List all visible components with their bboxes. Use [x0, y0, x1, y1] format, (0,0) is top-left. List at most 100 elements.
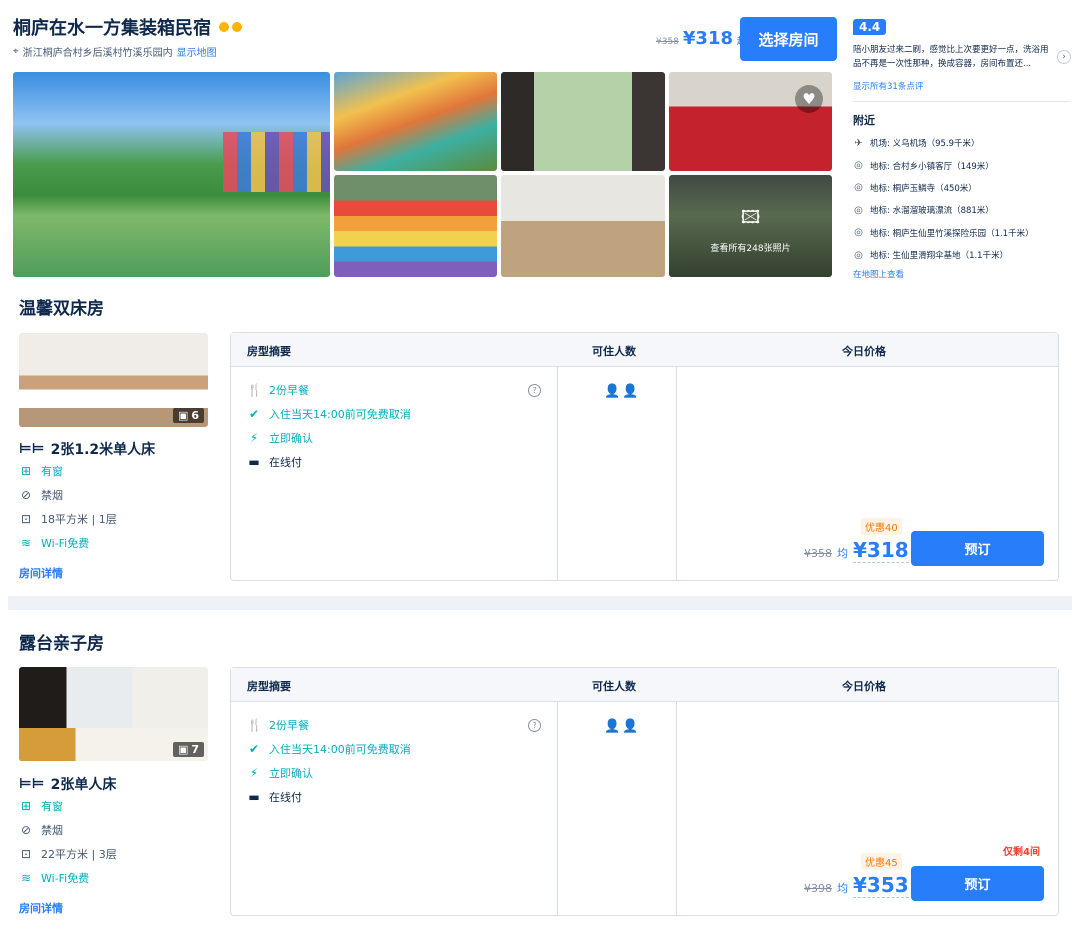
room-feature: ⊞ 有窗 — [20, 799, 63, 813]
image-icon: ▣ — [177, 743, 189, 756]
perk-item: ▬ 在线付 — [248, 790, 302, 804]
divider — [676, 367, 677, 580]
divider — [676, 702, 677, 915]
show-all-reviews-link[interactable]: 显示所有31条点评 — [853, 80, 923, 92]
current-price: ¥318 — [853, 538, 909, 563]
window-icon: ⊞ — [20, 799, 32, 813]
address-text: 浙江桐庐合村乡后溪村竹溪乐园内 — [22, 48, 173, 59]
nearby-item: ✈ 机场: 义乌机场（95.9千米） — [854, 137, 980, 150]
photo-count-badge: ▣ 7 — [172, 742, 204, 757]
location-pin-icon: ⌖ — [13, 46, 19, 57]
wifi-icon: ≋ — [20, 536, 32, 550]
show-map-link[interactable]: 显示地图 — [177, 44, 217, 59]
header-current-price: ¥318 — [682, 28, 734, 49]
perk-item: 🍴 2份早餐 — [247, 383, 309, 397]
two-guests-icon: 👤👤 — [604, 719, 641, 734]
room-photo[interactable]: ▣ 7 — [19, 667, 208, 761]
book-button[interactable]: 预订 — [911, 531, 1044, 566]
perk-item: ⚡ 立即确认 — [247, 426, 411, 450]
perk-item: ▬ 在线付 — [248, 455, 302, 469]
card-icon: ▬ — [248, 455, 260, 469]
window-icon: ⊞ — [20, 464, 32, 478]
location-icon: ◎ — [854, 227, 863, 239]
header-summary: 房型摘要 — [247, 345, 291, 358]
review-score-badge: 4.4 — [853, 19, 887, 35]
header-price: 今日价格 — [842, 345, 886, 358]
view-all-photos[interactable]: 🖾 查看所有248张照片 — [669, 205, 832, 254]
favorite-heart-icon[interactable]: ♥ — [795, 85, 823, 113]
review-snippet: 陪小朋友过来二刷，感觉比上次要更好一点，洗浴用品不再是一次性那种，换成容器，房间… — [853, 45, 1049, 69]
room-details-link[interactable]: 房间详情 — [19, 900, 63, 916]
bed-icon: ⊨⊨ — [19, 776, 45, 792]
two-guests-icon: 👤👤 — [604, 384, 641, 399]
lightning-icon: ⚡ — [249, 766, 259, 780]
card-icon: ▬ — [248, 790, 260, 804]
view-all-photos-label: 查看所有248张照片 — [710, 244, 791, 254]
image-icon: ▣ — [177, 409, 189, 422]
header-summary: 房型摘要 — [247, 680, 291, 693]
discount-badge: 优惠40 — [861, 518, 902, 535]
nearby-item: ◎ 地标: 桐庐玉鳞寺（450米） — [854, 182, 977, 194]
hotel-title: 桐庐在水一方集装箱民宿 — [13, 14, 242, 40]
nearby-item: ◎ 地标: 生仙里滑翔伞基地（1.1千米） — [854, 249, 1009, 262]
nearby-item: ◎ 地标: 桐庐生仙里竹溪探险乐园（1.1千米） — [854, 227, 1034, 239]
room-feature: ⊘ 禁烟 — [20, 823, 63, 837]
bed-icon: ⊨⊨ — [19, 441, 45, 457]
current-price: ¥353 — [853, 873, 909, 898]
perk-list: 🍴 2份早餐 ✔ 入住当天14:00前可免费取消 ⚡ 立即确认 ▬ 在线付 — [247, 378, 411, 474]
lightning-icon: ⚡ — [249, 431, 259, 445]
gallery-photo[interactable] — [501, 175, 665, 277]
nearby-list: ✈ 机场: 义乌机场（95.9千米） ◎ 地标: 合村乡小镇客厅（149米） ◎ 地标… — [853, 132, 1034, 266]
no-smoking-icon: ⊘ — [20, 488, 32, 502]
perk-item: ✔ 入住当天14:00前可免费取消 — [248, 407, 411, 421]
room-feature: ⊡ 22平方米 | 3层 — [20, 847, 117, 861]
bed-info: ⊨⊨ 2张1.2米单人床 — [19, 441, 156, 458]
help-icon[interactable]: ? — [528, 719, 541, 732]
divider — [853, 101, 1070, 102]
room-feature: ⊞ 有窗 — [20, 464, 63, 478]
wifi-icon: ≋ — [20, 871, 32, 885]
perk-item: 🍴 2份早餐 — [247, 718, 309, 732]
gallery-photo[interactable] — [334, 72, 497, 171]
header-old-price: ¥358 — [656, 37, 679, 47]
area-icon: ⊡ — [20, 847, 32, 861]
divider — [557, 367, 558, 580]
chevron-right-icon[interactable]: › — [1057, 50, 1071, 64]
gallery-photo[interactable] — [334, 175, 497, 277]
room-photo[interactable]: ▣ 6 — [19, 333, 208, 427]
table-header: 房型摘要 可住人数 今日价格 — [231, 333, 1058, 367]
plane-icon: ✈ — [854, 137, 863, 149]
no-smoking-icon: ⊘ — [20, 823, 32, 837]
price-block: ¥398 均 ¥353 — [804, 873, 909, 898]
header-guests: 可住人数 — [592, 680, 636, 693]
book-button[interactable]: 预订 — [911, 866, 1044, 901]
room-title: 温馨双床房 — [19, 299, 104, 319]
image-icon: 🖾 — [740, 207, 761, 228]
old-price: ¥358 — [804, 547, 832, 560]
rooms-left-alert: 仅剩4间 — [1003, 847, 1040, 858]
room-feature: ≋ Wi-Fi免费 — [20, 871, 90, 885]
room-details-link[interactable]: 房间详情 — [19, 565, 63, 581]
gallery-photo[interactable] — [501, 72, 665, 171]
rate-table: 房型摘要 可住人数 今日价格 🍴 2份早餐 ✔ 入住当天14:00前可免费取消 ⚡ 立… — [230, 332, 1059, 581]
location-icon: ◎ — [854, 204, 863, 216]
hotel-name: 桐庐在水一方集装箱民宿 — [13, 18, 211, 39]
room-feature: ≋ Wi-Fi免费 — [20, 536, 90, 550]
perk-item: ⚡ 立即确认 — [247, 761, 411, 785]
avg-label: 均 — [837, 547, 848, 560]
rating-dots-icon — [219, 22, 242, 32]
rate-table: 房型摘要 可住人数 今日价格 🍴 2份早餐 ✔ 入住当天14:00前可免费取消 ⚡ 立… — [230, 667, 1059, 916]
view-on-map-link[interactable]: 在地图上查看 — [853, 268, 904, 280]
room-title: 露台亲子房 — [19, 634, 104, 654]
location-icon: ◎ — [854, 160, 863, 172]
photo-count-badge: ▣ 6 — [172, 408, 204, 423]
check-circle-icon: ✔ — [248, 742, 260, 756]
location-icon: ◎ — [854, 249, 863, 261]
gallery-main-photo[interactable] — [13, 72, 330, 277]
nearby-item: ◎ 地标: 合村乡小镇客厅（149米） — [854, 160, 994, 172]
area-icon: ⊡ — [20, 512, 32, 526]
bed-info: ⊨⊨ 2张单人床 — [19, 776, 117, 793]
room-feature: ⊡ 18平方米 | 1层 — [20, 512, 117, 526]
select-room-button[interactable]: 选择房间 — [740, 17, 837, 61]
help-icon[interactable]: ? — [528, 384, 541, 397]
